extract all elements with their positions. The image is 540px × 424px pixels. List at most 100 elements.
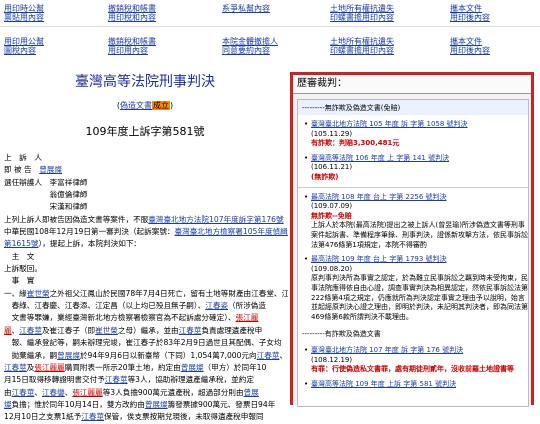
top-link[interactable]: 系爭私幫內容	[222, 4, 270, 14]
judgment-text: 翁億倫律師	[4, 190, 88, 200]
divider	[0, 26, 540, 27]
history-item-result: 有罪：行使偽造私文書罪，處有期徒刑貳年，沒收前羅土地證書等	[311, 365, 514, 374]
judgment-text: 宋漢和律師	[4, 202, 88, 212]
judgment-text: 負責處理遺產稅申	[201, 325, 263, 335]
history-item-date: (105.11.29)	[311, 129, 353, 138]
judgment-line: 即 被 告 曾展燦	[4, 164, 288, 176]
history-item-title-link[interactable]: 臺灣高等法院 109 年度 上訴 字第 581 號判決	[311, 380, 528, 390]
judgment-text: 等3人負擔900萬元遺產稅，超過部分則由	[102, 387, 244, 397]
judgment-text: 報、繼承登記等，嗣未辦理完竣，崔江春子於83年2月9日過世且其配偶、子女均	[4, 338, 282, 348]
judgment-line: 主 文	[4, 251, 288, 263]
judgment-text: 及崔江春子（即	[41, 325, 96, 335]
person-link[interactable]: 麗	[4, 326, 12, 335]
judgment-text: 中華民國108年12月19日第一審判決（起訴案號：	[4, 227, 175, 237]
verdict-status: (偽造文書成立)	[116, 101, 174, 110]
top-link[interactable]: 票貼用內容	[4, 13, 44, 23]
person-link[interactable]: 江春莖	[19, 326, 42, 335]
top-link[interactable]: 用印稅和內容	[108, 13, 156, 23]
person-link[interactable]: 臺灣臺北地方法院107年度訴字第176號	[148, 215, 283, 224]
divider	[298, 186, 528, 188]
history-item: 最高法院 109 年度 台上 字第 1793 號判決(109.08.20)原判事…	[304, 255, 528, 322]
judgment-text: 上訴駁回。	[4, 264, 42, 274]
case-number: 109年度上訴字第581號	[85, 125, 205, 138]
history-item-title-link[interactable]: 臺灣臺北地方法院 107 年度 訴 字第 176 號判決	[311, 346, 528, 356]
court-title: 臺灣高等法院刑事判決	[75, 74, 215, 90]
judgment-line: 由江春莖、江春鑾、張江麗麗等3人負擔900萬元遺產稅，超過部分則由曾展	[4, 387, 288, 399]
judgment-text: 之外祖父江鳳山於民國78年7月4日死亡，留有土地等財產由江春堂、江	[49, 288, 288, 298]
judgment-line: 一、緣崔世榮之外祖父江鳳山於民國78年7月4日死亡，留有土地等財產由江春堂、江	[4, 288, 288, 300]
top-link[interactable]: 用印後內容	[450, 46, 490, 56]
top-link[interactable]: 圖稅內容	[4, 46, 36, 56]
person-link[interactable]: 曾展燦	[57, 351, 80, 360]
status-query-link[interactable]: 偽造文書	[120, 101, 152, 110]
judgment-text: 、	[34, 387, 42, 397]
judgment-line: 翁億倫律師	[4, 189, 288, 201]
judgment-body: 上 訴 人即 被 告 曾展燦 選任辯護人 李富祥律師 翁億倫律師 宋漢和律師 上列上…	[4, 152, 288, 424]
person-link[interactable]: 曾展	[244, 388, 259, 397]
top-link[interactable]: 印螺書擔用印內容	[330, 46, 394, 56]
judgment-line: 燦負擔；惟於同年10月14日，雙方改約由曾展燦籌發票據900萬元、發票日94年	[4, 399, 288, 411]
judgment-text: （所涉偽造	[228, 301, 266, 311]
person-link[interactable]: 江春莖	[81, 412, 104, 421]
person-link[interactable]: 張江麗麗	[72, 388, 102, 397]
judgment-line: 宋漢和律師	[4, 201, 288, 213]
person-link[interactable]: 曾展燦	[39, 165, 62, 174]
judgment-text: 籌發票據900萬元、發票日94年	[167, 399, 276, 409]
history-item-title-link[interactable]: 臺灣臺北地方法院 105 年度 訴 字第 1058 號判決	[311, 120, 528, 130]
judgment-text: ），提起上訴，本院判決如下：	[38, 239, 142, 249]
judgment-line: 月15日取得移轉證明書交付予江春莖等3人，協助辦理遺產繼承稅，並約定	[4, 374, 288, 386]
history-section-header: ---------無詐欺及偽造文書(免賠)	[298, 100, 528, 115]
history-item-result: (無詐欺)	[311, 172, 339, 181]
history-item-title-link[interactable]: 臺灣高等法院 106 年度 上 字第 141 號判決	[311, 154, 528, 164]
person-link[interactable]: 曾展燦	[181, 363, 204, 372]
judgment-text: 、	[279, 350, 288, 360]
person-link[interactable]: 江春莖	[105, 375, 128, 384]
top-link[interactable]: 印螺書擔用印內容	[330, 13, 394, 23]
history-item: 臺灣臺北地方法院 107 年度 訴 字第 176 號判決(108.12.19)有…	[304, 346, 528, 375]
status-result-badge: 成立	[152, 101, 170, 110]
person-link[interactable]: 臺灣臺北地方檢察署105年度偵緝字	[175, 227, 288, 236]
judgment-text: 購買附表一所示20筆土地，約定由	[64, 362, 181, 372]
person-link[interactable]: 崔世榮	[95, 326, 118, 335]
judgment-text: 即 被 告	[4, 165, 40, 175]
person-link[interactable]: 燦	[4, 400, 12, 409]
person-link[interactable]: 第1615號	[4, 239, 39, 248]
history-item-date: (109.07.09)	[311, 202, 353, 211]
judgment-text: 上列上訴人即被告因偽造文書等案件，不服	[4, 214, 149, 224]
person-link[interactable]: 崔世榮	[27, 289, 50, 298]
person-link[interactable]: 張江麗	[236, 313, 259, 322]
person-link[interactable]: 江春鑾	[42, 388, 65, 397]
person-link[interactable]: 江春姿	[205, 301, 228, 310]
person-link[interactable]: 張江麗麗	[34, 363, 64, 372]
judgment-text: 之母）繼承，並由	[117, 325, 179, 335]
top-link[interactable]: 用印用內容	[108, 46, 148, 56]
judgment-text: 月15日取得移轉證明書交付予	[4, 375, 105, 385]
top-link[interactable]: 同意要約內容	[222, 46, 270, 56]
judgment-text: 拋棄繼承，嗣	[4, 350, 58, 360]
history-list[interactable]: ---------無詐欺及偽造文書(免賠) 臺灣臺北地方法院 105 年度 訴 字…	[297, 99, 529, 407]
judgment-line: 中華民國108年12月19日第一審判決（起訴案號：臺灣臺北地方檢察署105年度偵…	[4, 226, 288, 238]
history-item-title-link[interactable]: 最高法院 108 年度 台上 字第 2256 號判決	[311, 193, 528, 203]
judgment-line: 春綠、江春慶、江春添、江定昌（以上均已殁且無子嗣）、江春姿（所涉偽造	[4, 300, 288, 312]
person-link[interactable]: 江春莖	[12, 388, 35, 397]
person-link[interactable]: 江春莖	[179, 326, 202, 335]
history-item: 臺灣高等法院 106 年度 上 字第 141 號判決(106.11.21)(無詐…	[304, 154, 528, 183]
person-link[interactable]: 江春莖	[4, 363, 27, 372]
judgment-text: 等3人，協助辦理遺產繼承稅，並約定	[127, 375, 254, 385]
history-item-result: 無詐欺--免賠	[311, 211, 352, 220]
history-item-title-link[interactable]: 最高法院 109 年度 台上 字第 1793 號判決	[311, 255, 528, 265]
person-link[interactable]: 江春莖	[257, 351, 280, 360]
history-item: 最高法院 108 年度 台上 字第 2256 號判決(109.07.09)無詐欺…	[304, 193, 528, 251]
judgment-line: 拋棄繼承，嗣曾展燦於94年9月6日以新臺幣（下同）1,054萬7,000元向江春…	[4, 350, 288, 362]
judgment-text: 由	[4, 387, 12, 397]
judgment-line: 江春莖及張江麗麗購買附表一所示20筆土地，約定由曾展燦（甲方）於同年10	[4, 362, 288, 374]
judgment-line: 上列上訴人即被告因偽造文書等案件，不服臺灣臺北地方法院107年度訴字第176號	[4, 214, 288, 226]
history-item-summary: 上訴人於本院(最高法院)提出之被上訴人(曾昱瑜)所涉偽造文書等刑事案件起訴書、準…	[311, 221, 528, 249]
judgment-text: （甲方）於同年10	[203, 362, 267, 372]
person-link[interactable]: 曾展燦	[145, 400, 168, 409]
judgment-text: 事 實	[4, 276, 35, 286]
judgment-text: 選任辯護人 李富祥律師	[4, 177, 88, 187]
judgment-text: 一、緣	[4, 288, 27, 298]
top-link[interactable]: 用印後內容	[450, 13, 490, 23]
judgment-line: 事 實	[4, 275, 288, 287]
